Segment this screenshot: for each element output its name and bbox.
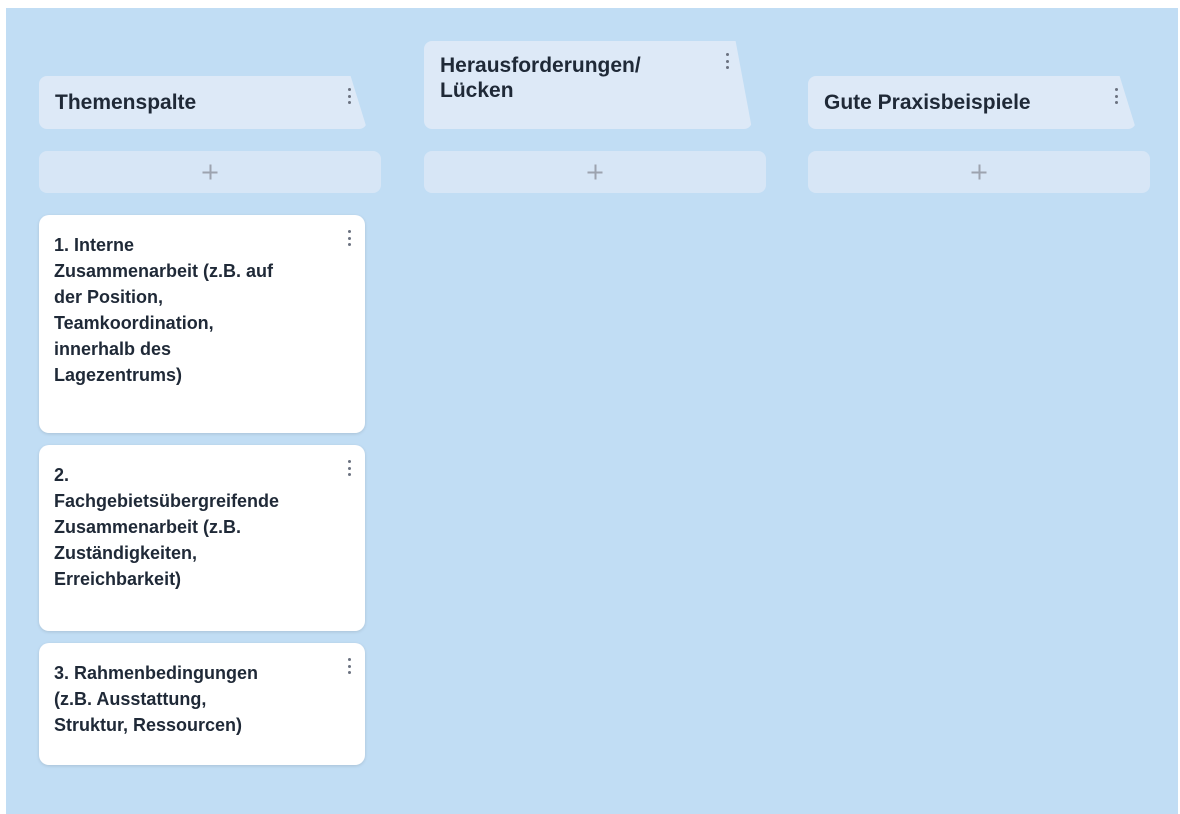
column-header[interactable]: Themenspalte (39, 76, 367, 129)
card[interactable]: 2. Fachgebietsübergreifende Zusammenarbe… (39, 445, 365, 631)
column-title: Gute Praxisbeispiele (824, 91, 1031, 114)
add-card-button[interactable] (808, 151, 1150, 193)
kebab-menu-icon[interactable] (346, 88, 352, 104)
column-gute-praxisbeispiele: Gute Praxisbeispiele (808, 8, 1150, 808)
card-text: 1. Interne Zusammenarbeit (z.B. auf der … (54, 235, 274, 385)
add-card-button[interactable] (39, 151, 381, 193)
plus-icon (587, 164, 603, 180)
kebab-menu-icon[interactable] (346, 230, 352, 246)
column-header[interactable]: Herausforderungen/ Lücken (424, 41, 752, 129)
column-title: Themenspalte (55, 91, 197, 114)
plus-icon (971, 164, 987, 180)
kebab-menu-icon[interactable] (724, 53, 730, 69)
board-canvas: Themenspalte 1. Interne Zusammenarbeit (… (6, 8, 1178, 814)
column-herausforderungen: Herausforderungen/ Lücken (424, 8, 766, 808)
kebab-menu-icon[interactable] (1113, 88, 1119, 104)
card[interactable]: 1. Interne Zusammenarbeit (z.B. auf der … (39, 215, 365, 433)
card-text: 3. Rahmenbedingungen (z.B. Ausstattung, … (54, 663, 259, 735)
kebab-menu-icon[interactable] (346, 658, 352, 674)
kebab-menu-icon[interactable] (346, 460, 352, 476)
column-title: Herausforderungen/ Lücken (440, 54, 641, 102)
add-card-button[interactable] (424, 151, 766, 193)
card[interactable]: 3. Rahmenbedingungen (z.B. Ausstattung, … (39, 643, 365, 765)
column-themenspalte: Themenspalte 1. Interne Zusammenarbeit (… (39, 8, 381, 808)
column-header[interactable]: Gute Praxisbeispiele (808, 76, 1136, 129)
card-text: 2. Fachgebietsübergreifende Zusammenarbe… (54, 465, 280, 589)
plus-icon (202, 164, 218, 180)
